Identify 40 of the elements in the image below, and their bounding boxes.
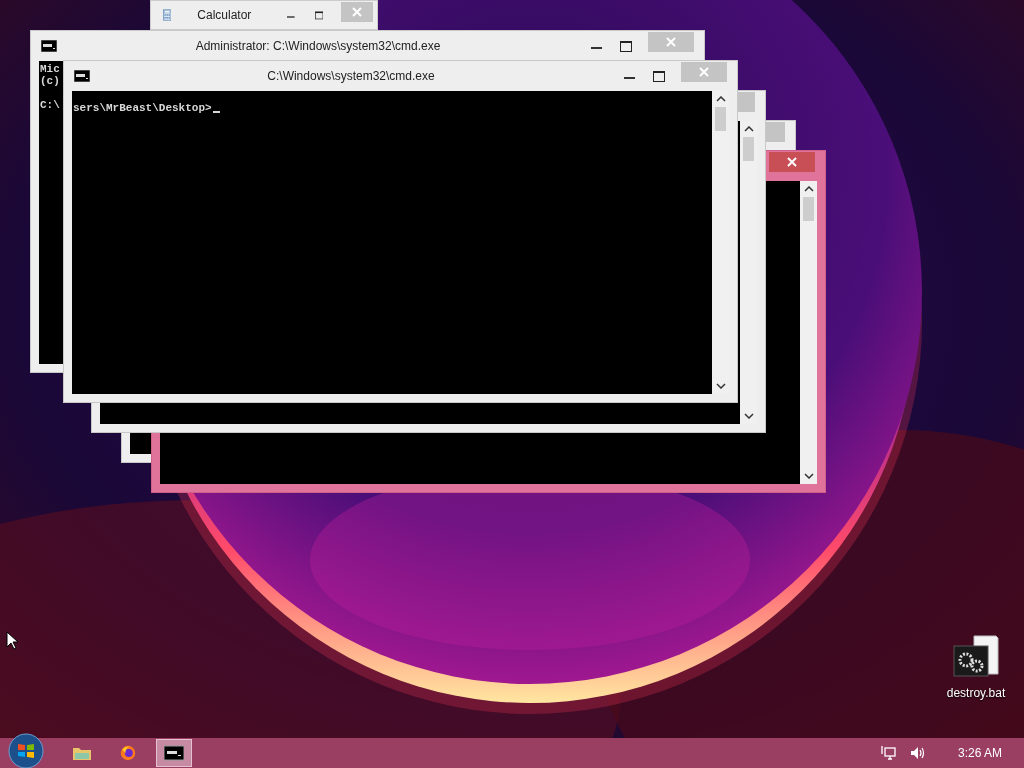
browser-icon	[118, 745, 138, 761]
console-line: C:\	[40, 99, 60, 111]
minimize-icon[interactable]	[591, 46, 602, 50]
close-button[interactable]	[769, 152, 815, 172]
close-icon	[352, 7, 363, 17]
console-icon	[74, 70, 90, 82]
scroll-down-icon[interactable]	[803, 473, 814, 479]
console-icon	[164, 745, 184, 761]
maximize-icon[interactable]	[620, 40, 632, 52]
scroll-thumb[interactable]	[715, 107, 726, 131]
folder-icon	[72, 745, 92, 761]
network-icon[interactable]	[879, 745, 896, 761]
scroll-up-icon[interactable]	[803, 186, 814, 192]
maximize-icon[interactable]	[314, 9, 324, 21]
volume-icon[interactable]	[909, 745, 926, 761]
maximize-icon[interactable]	[653, 70, 665, 82]
scroll-thumb[interactable]	[803, 197, 814, 221]
scroll-up-icon[interactable]	[743, 126, 754, 132]
console-line: sers\MrBeast\Desktop>	[73, 102, 212, 114]
scroll-thumb[interactable]	[743, 137, 754, 161]
close-icon	[699, 67, 709, 77]
console-line: (c)	[40, 75, 60, 87]
scroll-down-icon[interactable]	[715, 383, 726, 389]
pointer-icon	[6, 631, 18, 650]
scroll-down-icon[interactable]	[743, 413, 754, 419]
window-title: C:\Windows\system32\cmd.exe	[266, 69, 436, 83]
start-button[interactable]	[8, 733, 44, 768]
close-icon	[666, 37, 676, 47]
scrollbar[interactable]	[800, 181, 817, 484]
window-title: Calculator	[197, 8, 252, 22]
scroll-up-icon[interactable]	[715, 96, 726, 102]
calculator-icon	[163, 7, 172, 23]
console-icon	[41, 40, 57, 52]
minimize-icon[interactable]	[624, 76, 635, 80]
desktop-icon-label[interactable]: destroy.bat	[946, 686, 1006, 700]
clock[interactable]: 3:26 AM	[957, 746, 1002, 760]
close-icon	[787, 157, 797, 167]
taskbar-button[interactable]	[156, 739, 192, 767]
console-line: Mic	[40, 63, 60, 75]
window-title: Administrator: C:\Windows\system32\cmd.exe	[194, 39, 442, 53]
